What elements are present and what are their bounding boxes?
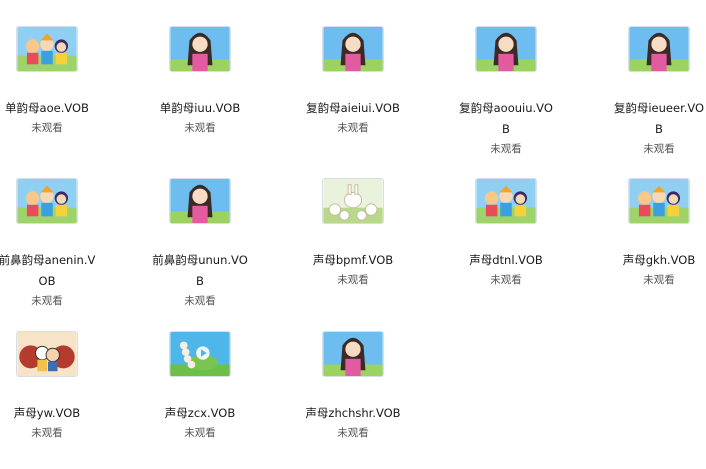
file-item[interactable]: 单韵母aoe.VOB 未观看 [0, 26, 122, 135]
file-item[interactable]: 复韵母aieiui.VOB 未观看 [278, 26, 428, 135]
file-name: 单韵母iuu.VOB [159, 101, 241, 115]
file-item[interactable]: 声母zhchshr.VOB 未观看 [278, 331, 428, 440]
bunny-group-thumbnail [322, 178, 384, 224]
file-item[interactable]: 复韵母ieueer.VOB 未观看 [584, 26, 706, 156]
file-item[interactable]: 声母yw.VOB 未观看 [0, 331, 122, 440]
watch-status: 未观看 [184, 427, 216, 439]
file-item[interactable]: 前鼻韵母anenin.VOB 未观看 [0, 178, 122, 308]
file-item[interactable]: 声母dtnl.VOB 未观看 [431, 178, 581, 287]
file-name: 声母zhchshr.VOB [305, 406, 401, 420]
girl-teacher-thumbnail [169, 178, 231, 224]
watch-status: 未观看 [337, 427, 369, 439]
file-name: 复韵母ieueer.VOB [613, 101, 705, 136]
kids-trio-thumbnail [628, 178, 690, 224]
file-item[interactable]: 声母zcx.VOB 未观看 [125, 331, 275, 440]
watch-status: 未观看 [31, 122, 63, 134]
file-item[interactable]: 声母gkh.VOB 未观看 [584, 178, 706, 287]
file-name: 复韵母aieiui.VOB [306, 101, 400, 115]
file-item[interactable]: 复韵母aoouiu.VOB 未观看 [431, 26, 581, 156]
watch-status: 未观看 [643, 143, 675, 155]
kids-trio-thumbnail [475, 178, 537, 224]
watch-status: 未观看 [490, 143, 522, 155]
girl-teacher-thumbnail [322, 26, 384, 72]
file-name: 声母dtnl.VOB [469, 253, 543, 267]
watch-status: 未观看 [31, 295, 63, 307]
file-name: 声母yw.VOB [13, 406, 81, 420]
file-name: 声母zcx.VOB [164, 406, 236, 420]
girl-teacher-thumbnail [628, 26, 690, 72]
girl-teacher-thumbnail [475, 26, 537, 72]
file-name: 前鼻韵母unun.VOB [152, 253, 248, 288]
file-item[interactable]: 前鼻韵母unun.VOB 未观看 [125, 178, 275, 308]
girl-teacher-thumbnail [169, 26, 231, 72]
file-grid: 单韵母aoe.VOB 未观看 单韵母iuu.VOB 未观看 复韵母aieiui.… [0, 0, 706, 469]
file-name: 声母gkh.VOB [622, 253, 696, 267]
file-name: 声母bpmf.VOB [312, 253, 394, 267]
kids-trio-thumbnail [16, 178, 78, 224]
file-name: 复韵母aoouiu.VOB [459, 101, 553, 136]
file-name: 单韵母aoe.VOB [5, 101, 89, 115]
watch-status: 未观看 [31, 427, 63, 439]
watch-status: 未观看 [490, 274, 522, 286]
file-item[interactable]: 声母bpmf.VOB 未观看 [278, 178, 428, 287]
watch-status: 未观看 [184, 122, 216, 134]
file-name: 前鼻韵母anenin.VOB [0, 253, 96, 288]
watch-status: 未观看 [337, 274, 369, 286]
cartoon-kids-thumbnail [16, 331, 78, 377]
file-item[interactable]: 单韵母iuu.VOB 未观看 [125, 26, 275, 135]
girl-teacher-thumbnail [322, 331, 384, 377]
play-caterpillar-thumbnail [169, 331, 231, 377]
watch-status: 未观看 [337, 122, 369, 134]
watch-status: 未观看 [184, 295, 216, 307]
watch-status: 未观看 [643, 274, 675, 286]
kids-trio-thumbnail [16, 26, 78, 72]
